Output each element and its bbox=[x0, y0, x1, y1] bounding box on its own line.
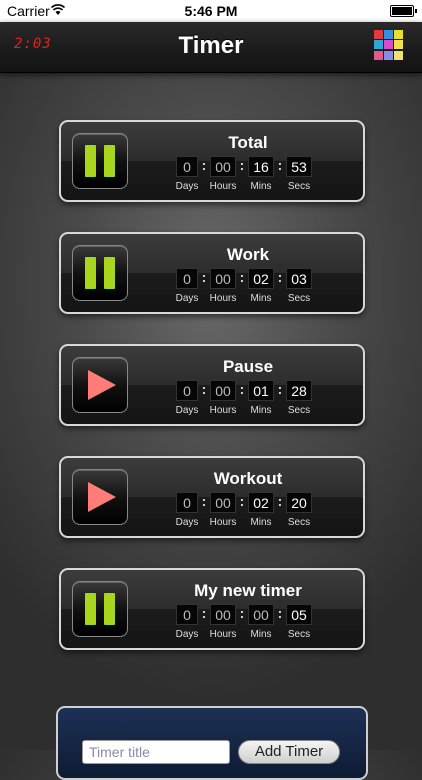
hours-label: Hours bbox=[209, 629, 237, 640]
mins-value: 01 bbox=[248, 380, 274, 401]
secs-value: 20 bbox=[286, 492, 312, 513]
timer-card[interactable]: Total 0 : 00 : 16 : 53 Days Hours Mins S… bbox=[59, 120, 365, 202]
pause-icon bbox=[85, 257, 96, 289]
timer-title-input[interactable]: Timer title bbox=[82, 740, 230, 764]
hours-label: Hours bbox=[209, 293, 237, 304]
secs-label: Secs bbox=[287, 181, 311, 192]
secs-label: Secs bbox=[287, 517, 311, 528]
navigation-bar: 2:03 Timer bbox=[0, 22, 422, 73]
days-label: Days bbox=[175, 181, 199, 192]
days-value: 0 bbox=[176, 604, 198, 625]
timer-control-button[interactable] bbox=[72, 581, 128, 637]
mins-value: 00 bbox=[248, 604, 274, 625]
timer-name: Workout bbox=[213, 469, 283, 488]
hours-label: Hours bbox=[209, 181, 237, 192]
secs-value: 28 bbox=[286, 380, 312, 401]
status-time: 5:46 PM bbox=[184, 3, 238, 19]
grid-cell bbox=[374, 30, 383, 39]
color-grid-icon[interactable] bbox=[374, 30, 404, 60]
timer-name: Total bbox=[228, 133, 268, 152]
hours-value: 00 bbox=[210, 380, 236, 401]
mins-value: 02 bbox=[248, 492, 274, 513]
play-icon bbox=[88, 370, 116, 400]
mins-value: 02 bbox=[248, 268, 274, 289]
hours-value: 00 bbox=[210, 492, 236, 513]
grid-cell bbox=[394, 30, 403, 39]
secs-label: Secs bbox=[287, 293, 311, 304]
secs-label: Secs bbox=[287, 405, 311, 416]
grid-cell bbox=[394, 50, 403, 60]
mins-label: Mins bbox=[250, 293, 272, 304]
mins-label: Mins bbox=[250, 181, 272, 192]
timer-control-button[interactable] bbox=[72, 469, 128, 525]
grid-cell bbox=[374, 50, 383, 60]
days-label: Days bbox=[175, 293, 199, 304]
secs-label: Secs bbox=[287, 629, 311, 640]
days-value: 0 bbox=[176, 492, 198, 513]
grid-cell bbox=[384, 30, 393, 39]
timer-control-button[interactable] bbox=[72, 133, 128, 189]
timer-control-button[interactable] bbox=[72, 357, 128, 413]
timer-name: My new timer bbox=[194, 581, 302, 600]
grid-cell bbox=[384, 40, 393, 50]
mins-label: Mins bbox=[250, 405, 272, 416]
mins-value: 16 bbox=[248, 156, 274, 177]
timer-control-button[interactable] bbox=[72, 245, 128, 301]
status-bar: Carrier 5:46 PM bbox=[0, 0, 422, 22]
days-value: 0 bbox=[176, 268, 198, 289]
pause-icon bbox=[85, 593, 96, 625]
hours-value: 00 bbox=[210, 268, 236, 289]
timer-card[interactable]: Work 0 : 00 : 02 : 03 Days Hours Mins Se… bbox=[59, 232, 365, 314]
days-label: Days bbox=[175, 405, 199, 416]
page-title: Timer bbox=[178, 32, 244, 59]
timer-name: Pause bbox=[222, 357, 274, 376]
days-value: 0 bbox=[176, 380, 198, 401]
grid-cell bbox=[374, 40, 383, 50]
timer-card[interactable]: Workout 0 : 00 : 02 : 20 Days Hours Mins… bbox=[59, 456, 365, 538]
battery-icon bbox=[390, 5, 417, 17]
timer-name: Work bbox=[226, 245, 270, 264]
pause-icon bbox=[85, 145, 96, 177]
days-label: Days bbox=[175, 629, 199, 640]
hours-value: 00 bbox=[210, 156, 236, 177]
mins-label: Mins bbox=[250, 629, 272, 640]
secs-value: 53 bbox=[286, 156, 312, 177]
timer-card[interactable]: Pause 0 : 00 : 01 : 28 Days Hours Mins S… bbox=[59, 344, 365, 426]
play-icon bbox=[88, 482, 116, 512]
secs-value: 03 bbox=[286, 268, 312, 289]
grid-cell bbox=[384, 50, 393, 60]
days-value: 0 bbox=[176, 156, 198, 177]
secs-value: 05 bbox=[286, 604, 312, 625]
mins-label: Mins bbox=[250, 517, 272, 528]
hours-value: 00 bbox=[210, 604, 236, 625]
add-timer-button[interactable]: Add Timer bbox=[238, 740, 340, 764]
days-label: Days bbox=[175, 517, 199, 528]
add-timer-panel: Timer title Add Timer bbox=[56, 706, 368, 780]
hours-label: Hours bbox=[209, 517, 237, 528]
hours-label: Hours bbox=[209, 405, 237, 416]
timer-card[interactable]: My new timer 0 : 00 : 00 : 05 Days Hours… bbox=[59, 568, 365, 650]
grid-cell bbox=[394, 40, 403, 50]
